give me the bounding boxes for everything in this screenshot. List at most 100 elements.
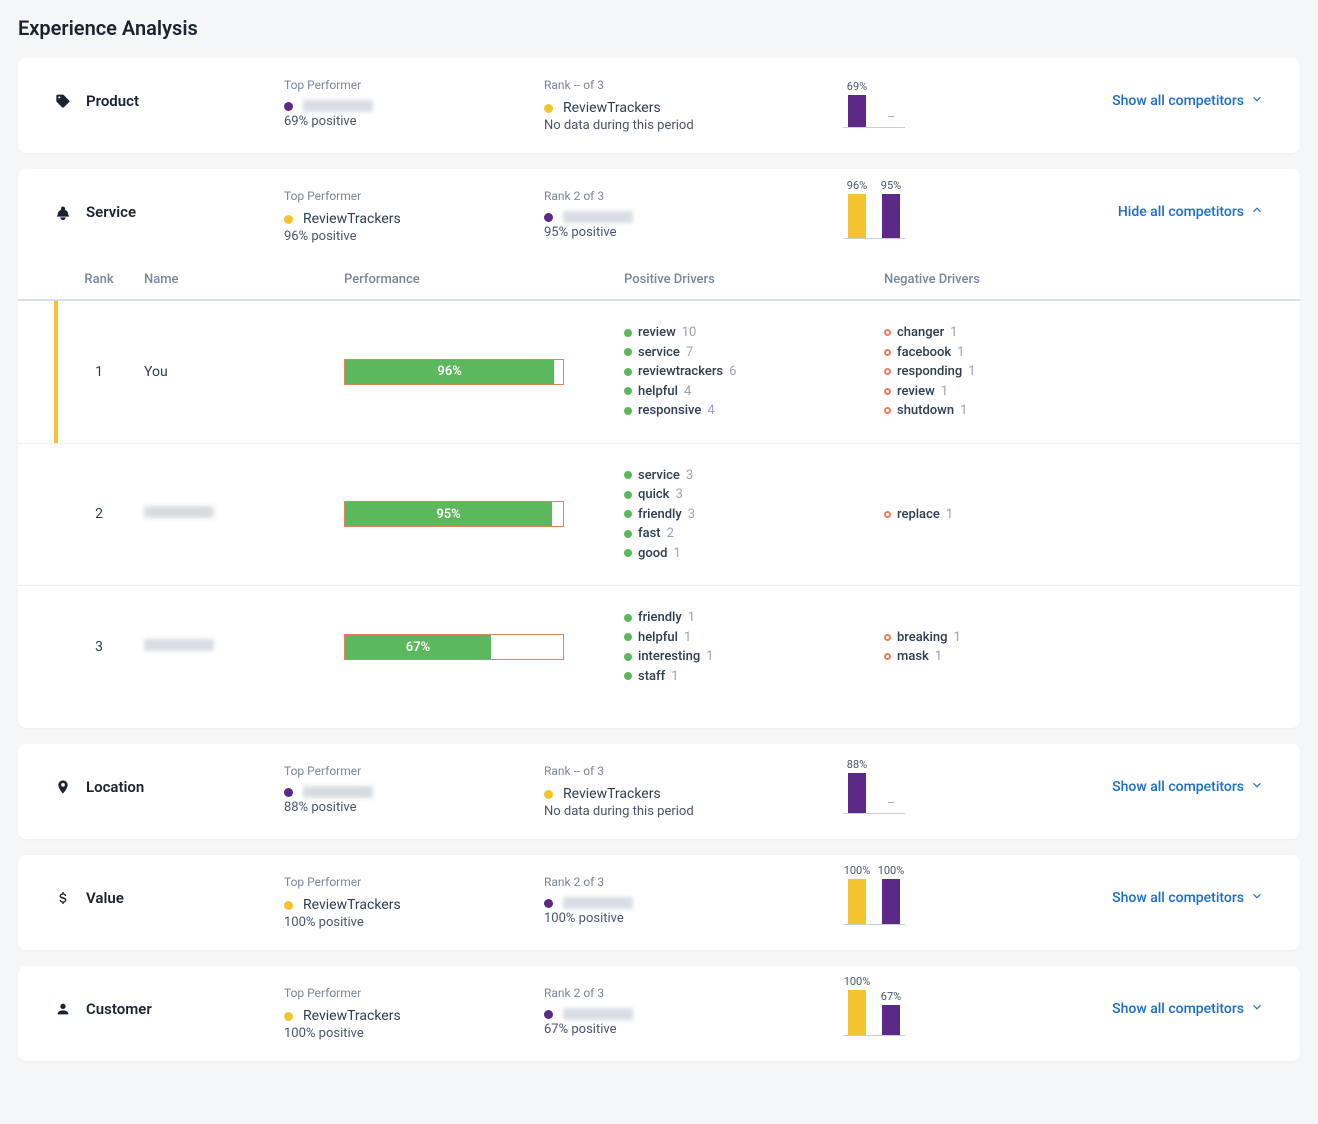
red-ring-icon bbox=[884, 634, 891, 641]
row-name bbox=[144, 639, 344, 655]
performance-bar-fill: 95% bbox=[345, 502, 552, 526]
top-performer-name: ReviewTrackers bbox=[303, 1008, 401, 1024]
green-dot-icon bbox=[624, 672, 632, 680]
rank-heading: Rank -- of 3 bbox=[544, 764, 804, 778]
driver-count: 1 bbox=[941, 382, 948, 402]
toggle-link-label: Show all competitors bbox=[1112, 779, 1244, 795]
driver-count: 1 bbox=[935, 647, 942, 667]
spark-bar bbox=[848, 879, 866, 924]
driver-count: 3 bbox=[675, 485, 682, 505]
dot-icon bbox=[284, 1012, 293, 1021]
spark-bar bbox=[882, 194, 900, 238]
positive-driver-item: interesting 1 bbox=[624, 647, 884, 667]
performance-bar: 96% bbox=[344, 359, 564, 385]
green-dot-icon bbox=[624, 471, 632, 479]
col-header-performance: Performance bbox=[344, 272, 624, 287]
negative-driver-item: facebook 1 bbox=[884, 343, 1144, 363]
category-label: Product bbox=[54, 78, 284, 110]
top-performer-positive: 100% positive bbox=[284, 915, 544, 930]
driver-count: 1 bbox=[950, 323, 957, 343]
category-card-customer: Customer Top Performer ReviewTrackers 10… bbox=[18, 966, 1300, 1061]
category-label: Location bbox=[54, 764, 284, 796]
toggle-link-label: Show all competitors bbox=[1112, 1001, 1244, 1017]
top-performer-positive: 100% positive bbox=[284, 1026, 544, 1041]
positive-drivers-cell: review 10 service 7 reviewtrackers 6 hel… bbox=[624, 323, 884, 421]
blurred-name bbox=[563, 1008, 633, 1020]
chevron-down-icon bbox=[1250, 92, 1264, 110]
red-ring-icon bbox=[884, 653, 891, 660]
toggle-link-label: Hide all competitors bbox=[1118, 204, 1244, 220]
driver-term: friendly bbox=[638, 608, 682, 628]
blurred-name bbox=[303, 100, 373, 112]
green-dot-icon bbox=[624, 491, 632, 499]
hide-competitors-link[interactable]: Hide all competitors bbox=[1118, 203, 1264, 221]
show-competitors-link[interactable]: Show all competitors bbox=[1112, 778, 1264, 796]
driver-term: friendly bbox=[638, 505, 682, 525]
red-ring-icon bbox=[884, 329, 891, 336]
driver-term: reviewtrackers bbox=[638, 362, 723, 382]
positive-drivers-cell: service 3 quick 3 friendly 3 fast 2 good… bbox=[624, 466, 884, 564]
negative-drivers-cell: replace 1 bbox=[884, 505, 1144, 525]
top-performer-heading: Top Performer bbox=[284, 78, 544, 92]
driver-term: review bbox=[897, 382, 935, 402]
dot-icon bbox=[544, 104, 553, 113]
red-ring-icon bbox=[884, 388, 891, 395]
row-rank: 3 bbox=[54, 639, 144, 655]
category-label: Service bbox=[54, 189, 284, 221]
red-ring-icon bbox=[884, 349, 891, 356]
negative-driver-item: changer 1 bbox=[884, 323, 1144, 343]
rank-col: Rank -- of 3 ReviewTrackers No data duri… bbox=[544, 764, 804, 819]
row-rank: 1 bbox=[54, 364, 144, 380]
spark-bar bbox=[882, 1005, 900, 1035]
spark-chart: 100%67% bbox=[843, 986, 905, 1036]
driver-count: 3 bbox=[686, 466, 693, 486]
spark-bar bbox=[848, 194, 866, 238]
chevron-down-icon bbox=[1250, 889, 1264, 907]
dot-icon bbox=[284, 215, 293, 224]
top-performer-name: ReviewTrackers bbox=[303, 211, 401, 227]
positive-driver-item: helpful 1 bbox=[624, 628, 884, 648]
row-performance: 96% bbox=[344, 359, 624, 385]
performance-bar: 67% bbox=[344, 634, 564, 660]
driver-count: 2 bbox=[667, 524, 674, 544]
rank-subtext: No data during this period bbox=[544, 118, 804, 133]
driver-term: responsive bbox=[638, 401, 701, 421]
top-performer-heading: Top Performer bbox=[284, 189, 544, 203]
driver-term: interesting bbox=[638, 647, 700, 667]
dot-icon bbox=[544, 213, 553, 222]
positive-driver-item: service 3 bbox=[624, 466, 884, 486]
category-name: Value bbox=[86, 889, 124, 907]
driver-term: fast bbox=[638, 524, 661, 544]
row-rank: 2 bbox=[54, 506, 144, 522]
chevron-up-icon bbox=[1250, 203, 1264, 221]
driver-term: facebook bbox=[897, 343, 951, 363]
dot-icon bbox=[284, 102, 293, 111]
competitor-table-header: Rank Name Performance Positive Drivers N… bbox=[18, 264, 1300, 299]
category-name: Service bbox=[86, 203, 136, 221]
positive-driver-item: friendly 1 bbox=[624, 608, 884, 628]
show-competitors-link[interactable]: Show all competitors bbox=[1112, 889, 1264, 907]
positive-driver-item: fast 2 bbox=[624, 524, 884, 544]
driver-term: good bbox=[638, 544, 667, 564]
rank-heading: Rank 2 of 3 bbox=[544, 986, 804, 1000]
category-label: Customer bbox=[54, 986, 284, 1018]
driver-term: mask bbox=[897, 647, 929, 667]
rank-subtext: 67% positive bbox=[544, 1022, 804, 1037]
category-card-product: Product Top Performer 69% positive Rank … bbox=[18, 58, 1300, 153]
driver-count: 1 bbox=[953, 628, 960, 648]
driver-count: 1 bbox=[673, 544, 680, 564]
driver-term: review bbox=[638, 323, 676, 343]
spark-no-value: -- bbox=[888, 110, 894, 127]
spark-label: 100% bbox=[878, 864, 905, 877]
spark-chart: 100%100% bbox=[843, 875, 905, 925]
blurred-name bbox=[303, 786, 373, 798]
competitor-row: 2 95% service 3 quick 3 friendly 3 fast bbox=[18, 443, 1300, 586]
negative-drivers-cell: breaking 1 mask 1 bbox=[884, 628, 1144, 667]
show-competitors-link[interactable]: Show all competitors bbox=[1112, 1000, 1264, 1018]
green-dot-icon bbox=[624, 387, 632, 395]
green-dot-icon bbox=[624, 407, 632, 415]
show-competitors-link[interactable]: Show all competitors bbox=[1112, 92, 1264, 110]
rank-col: Rank 2 of 3 100% positive bbox=[544, 875, 804, 926]
blurred-name bbox=[563, 897, 633, 909]
driver-count: 1 bbox=[957, 343, 964, 363]
